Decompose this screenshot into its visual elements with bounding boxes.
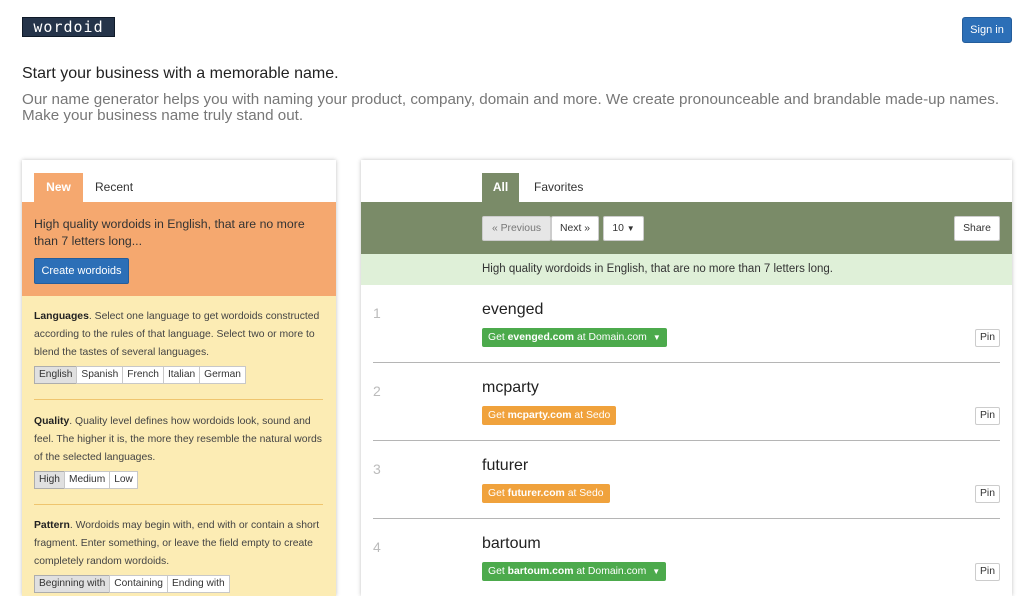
next-page-button[interactable]: Next » — [551, 216, 599, 241]
pattern-options: Beginning with Containing Ending with — [34, 575, 324, 593]
pin-button[interactable]: Pin — [975, 485, 1000, 503]
create-wordoids-button[interactable]: Create wordoids — [34, 258, 129, 284]
generator-tabs: New Recent — [22, 160, 336, 202]
languages-section: Languages. Select one language to get wo… — [34, 308, 324, 384]
generator-summary: High quality wordoids in English, that a… — [34, 217, 305, 248]
language-french[interactable]: French — [122, 366, 164, 384]
languages-title: Languages — [34, 311, 89, 322]
page-subline: Our name generator helps you with naming… — [22, 91, 1000, 124]
domain-name: futurer.com — [507, 488, 565, 499]
result-number: 1 — [373, 305, 381, 321]
language-italian[interactable]: Italian — [162, 366, 201, 384]
result-name: mcparty — [482, 379, 539, 396]
caret-down-icon: ▼ — [652, 567, 661, 576]
sign-in-button[interactable]: Sign in — [962, 17, 1012, 43]
logo[interactable]: wordoid — [22, 17, 115, 37]
section-divider — [34, 504, 323, 505]
quality-title: Quality — [34, 416, 70, 427]
domain-name: evenged.com — [507, 332, 575, 343]
get-prefix: Get — [488, 488, 508, 499]
section-divider — [34, 399, 323, 400]
page-headline: Start your business with a memorable nam… — [22, 65, 339, 82]
pattern-description: Pattern. Wordoids may begin with, end wi… — [34, 517, 324, 571]
quality-description: Quality. Quality level defines how wordo… — [34, 413, 324, 467]
result-name: evenged — [482, 301, 544, 318]
page-size-dropdown[interactable]: 10 ▼ — [603, 216, 644, 241]
results-toolbar: « Previous Next » 10 ▼ Share — [361, 202, 1012, 254]
get-domain-button[interactable]: Get futurer.com at Sedo — [482, 484, 610, 503]
pin-button[interactable]: Pin — [975, 329, 1000, 347]
pin-button[interactable]: Pin — [975, 407, 1000, 425]
pin-button[interactable]: Pin — [975, 563, 1000, 581]
get-prefix: Get — [488, 332, 508, 343]
result-row: 2 mcparty Get mcparty.com at Sedo Pin — [373, 363, 1000, 441]
registrar-text: at Domain.com — [573, 566, 647, 577]
registrar-text: at Domain.com — [574, 332, 647, 343]
result-number: 3 — [373, 461, 381, 477]
result-name: bartoum — [482, 535, 541, 552]
share-button[interactable]: Share — [954, 216, 1000, 241]
quality-medium[interactable]: Medium — [63, 471, 111, 489]
result-row: 1 evenged Get evenged.com at Domain.com ▼… — [373, 285, 1000, 363]
quality-high[interactable]: High — [34, 471, 65, 489]
pattern-ending[interactable]: Ending with — [166, 575, 230, 593]
languages-description: Languages. Select one language to get wo… — [34, 308, 324, 362]
language-english[interactable]: English — [34, 366, 78, 384]
generator-banner: High quality wordoids in English, that a… — [22, 202, 336, 296]
result-number: 2 — [373, 383, 381, 399]
language-spanish[interactable]: Spanish — [76, 366, 124, 384]
pattern-section: Pattern. Wordoids may begin with, end wi… — [34, 517, 324, 593]
results-banner: High quality wordoids in English, that a… — [361, 254, 1012, 285]
language-german[interactable]: German — [199, 366, 246, 384]
get-domain-button[interactable]: Get mcparty.com at Sedo — [482, 406, 617, 425]
results-summary: High quality wordoids in English, that a… — [482, 263, 833, 275]
caret-down-icon: ▼ — [626, 224, 635, 233]
quality-options: High Medium Low — [34, 471, 324, 489]
registrar-text: at Sedo — [571, 410, 611, 421]
page-size-value: 10 — [612, 223, 624, 234]
quality-desc: . Quality level defines how wordoids loo… — [34, 416, 323, 463]
languages-options: English Spanish French Italian German — [34, 366, 324, 384]
get-prefix: Get — [488, 410, 508, 421]
get-domain-button[interactable]: Get bartoum.com at Domain.com ▼ — [482, 562, 667, 581]
domain-name: bartoum.com — [507, 566, 574, 577]
result-number: 4 — [373, 539, 381, 555]
pattern-desc: . Wordoids may begin with, end with or c… — [34, 520, 320, 567]
get-prefix: Get — [488, 566, 508, 577]
previous-page-button[interactable]: « Previous — [482, 216, 551, 241]
pattern-containing[interactable]: Containing — [109, 575, 168, 593]
generator-options: Languages. Select one language to get wo… — [22, 296, 336, 596]
tab-all[interactable]: All — [482, 173, 519, 202]
quality-section: Quality. Quality level defines how wordo… — [34, 413, 324, 489]
result-row: 3 futurer Get futurer.com at Sedo Pin — [373, 441, 1000, 519]
registrar-text: at Sedo — [564, 488, 604, 499]
quality-low[interactable]: Low — [109, 471, 138, 489]
result-name: futurer — [482, 457, 529, 474]
generator-panel: New Recent High quality wordoids in Engl… — [22, 160, 336, 596]
tab-new[interactable]: New — [34, 173, 83, 202]
results-panel: All Favorites « Previous Next » 10 ▼ Sha… — [361, 160, 1012, 596]
pattern-beginning[interactable]: Beginning with — [34, 575, 111, 593]
caret-down-icon: ▼ — [652, 333, 661, 342]
get-domain-button[interactable]: Get evenged.com at Domain.com ▼ — [482, 328, 667, 347]
result-row: 4 bartoum Get bartoum.com at Domain.com ▼… — [373, 519, 1000, 596]
tab-favorites[interactable]: Favorites — [534, 173, 583, 202]
domain-name: mcparty.com — [507, 410, 572, 421]
pattern-title: Pattern — [34, 520, 70, 531]
tab-recent[interactable]: Recent — [95, 173, 133, 202]
